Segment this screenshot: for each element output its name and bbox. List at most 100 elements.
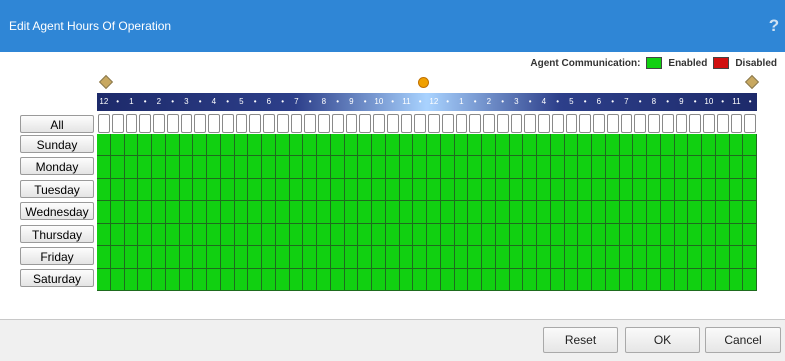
- schedule-slot[interactable]: [220, 201, 235, 224]
- all-days-slot-checkbox[interactable]: [744, 114, 756, 133]
- schedule-slot[interactable]: [688, 201, 702, 224]
- schedule-slot[interactable]: [715, 134, 730, 157]
- schedule-slot[interactable]: [729, 223, 744, 247]
- schedule-slot[interactable]: [413, 178, 427, 202]
- schedule-slot[interactable]: [385, 156, 400, 179]
- schedule-slot[interactable]: [275, 201, 290, 224]
- schedule-slot[interactable]: [330, 246, 345, 269]
- schedule-slot[interactable]: [372, 246, 386, 269]
- schedule-slot[interactable]: [427, 246, 441, 269]
- schedule-slot[interactable]: [110, 178, 125, 202]
- schedule-slot[interactable]: [633, 268, 647, 291]
- schedule-slot[interactable]: [578, 156, 592, 179]
- schedule-slot[interactable]: [110, 246, 125, 269]
- schedule-slot[interactable]: [647, 223, 661, 247]
- schedule-slot[interactable]: [592, 134, 606, 157]
- schedule-slot[interactable]: [743, 246, 757, 269]
- schedule-slot[interactable]: [330, 201, 345, 224]
- schedule-slot[interactable]: [729, 201, 744, 224]
- schedule-slot[interactable]: [413, 201, 427, 224]
- schedule-slot[interactable]: [619, 201, 634, 224]
- all-days-slot-checkbox[interactable]: [290, 114, 303, 133]
- schedule-slot[interactable]: [399, 223, 414, 247]
- schedule-slot[interactable]: [523, 268, 537, 291]
- schedule-slot[interactable]: [262, 246, 276, 269]
- schedule-slot[interactable]: [702, 201, 716, 224]
- schedule-slot[interactable]: [372, 201, 386, 224]
- schedule-slot[interactable]: [550, 201, 565, 224]
- schedule-slot[interactable]: [468, 134, 482, 157]
- schedule-slot[interactable]: [207, 246, 221, 269]
- schedule-slot[interactable]: [124, 268, 139, 291]
- slider-midday-handle[interactable]: [418, 77, 429, 88]
- schedule-slot[interactable]: [592, 246, 606, 269]
- schedule-slot[interactable]: [138, 246, 152, 269]
- schedule-slot[interactable]: [482, 268, 496, 291]
- schedule-slot[interactable]: [97, 223, 111, 247]
- all-days-slot-checkbox[interactable]: [606, 114, 619, 133]
- schedule-slot[interactable]: [509, 134, 524, 157]
- schedule-slot[interactable]: [385, 268, 400, 291]
- schedule-slot[interactable]: [715, 178, 730, 202]
- schedule-slot[interactable]: [289, 178, 304, 202]
- schedule-slot[interactable]: [454, 223, 469, 247]
- schedule-slot[interactable]: [179, 201, 194, 224]
- schedule-slot[interactable]: [317, 134, 331, 157]
- schedule-slot[interactable]: [165, 246, 180, 269]
- schedule-slot[interactable]: [330, 156, 345, 179]
- schedule-slot[interactable]: [440, 134, 455, 157]
- schedule-slot[interactable]: [605, 201, 620, 224]
- schedule-slot[interactable]: [619, 223, 634, 247]
- schedule-slot[interactable]: [110, 156, 125, 179]
- all-days-slot-checkbox[interactable]: [469, 114, 481, 133]
- schedule-slot[interactable]: [647, 134, 661, 157]
- schedule-slot[interactable]: [220, 134, 235, 157]
- schedule-slot[interactable]: [509, 223, 524, 247]
- schedule-slot[interactable]: [152, 201, 166, 224]
- schedule-slot[interactable]: [564, 201, 579, 224]
- schedule-slot[interactable]: [262, 223, 276, 247]
- reset-button[interactable]: Reset: [543, 327, 618, 353]
- schedule-slot[interactable]: [234, 268, 249, 291]
- schedule-slot[interactable]: [152, 246, 166, 269]
- schedule-slot[interactable]: [537, 156, 551, 179]
- all-days-slot-checkbox[interactable]: [235, 114, 248, 133]
- schedule-slot[interactable]: [413, 246, 427, 269]
- schedule-slot[interactable]: [165, 201, 180, 224]
- schedule-slot[interactable]: [454, 201, 469, 224]
- schedule-slot[interactable]: [564, 246, 579, 269]
- schedule-slot[interactable]: [454, 246, 469, 269]
- all-days-slot-checkbox[interactable]: [510, 114, 523, 133]
- schedule-slot[interactable]: [674, 223, 689, 247]
- schedule-slot[interactable]: [468, 178, 482, 202]
- schedule-slot[interactable]: [344, 156, 359, 179]
- schedule-slot[interactable]: [633, 201, 647, 224]
- all-days-slot-checkbox[interactable]: [153, 114, 165, 133]
- all-days-slot-checkbox[interactable]: [414, 114, 426, 133]
- schedule-slot[interactable]: [124, 134, 139, 157]
- schedule-slot[interactable]: [468, 201, 482, 224]
- schedule-slot[interactable]: [743, 223, 757, 247]
- schedule-slot[interactable]: [262, 134, 276, 157]
- schedule-slot[interactable]: [440, 201, 455, 224]
- schedule-slot[interactable]: [179, 246, 194, 269]
- schedule-slot[interactable]: [440, 156, 455, 179]
- schedule-slot[interactable]: [372, 178, 386, 202]
- all-days-slot-checkbox[interactable]: [139, 114, 151, 133]
- schedule-slot[interactable]: [715, 223, 730, 247]
- schedule-slot[interactable]: [179, 156, 194, 179]
- schedule-slot[interactable]: [275, 134, 290, 157]
- schedule-slot[interactable]: [330, 268, 345, 291]
- schedule-slot[interactable]: [550, 178, 565, 202]
- schedule-slot[interactable]: [688, 156, 702, 179]
- schedule-slot[interactable]: [427, 201, 441, 224]
- schedule-slot[interactable]: [537, 223, 551, 247]
- schedule-slot[interactable]: [165, 134, 180, 157]
- schedule-slot[interactable]: [523, 246, 537, 269]
- all-days-slot-checkbox[interactable]: [620, 114, 633, 133]
- schedule-slot[interactable]: [564, 178, 579, 202]
- schedule-slot[interactable]: [482, 134, 496, 157]
- schedule-slot[interactable]: [344, 134, 359, 157]
- schedule-slot[interactable]: [399, 201, 414, 224]
- schedule-slot[interactable]: [372, 134, 386, 157]
